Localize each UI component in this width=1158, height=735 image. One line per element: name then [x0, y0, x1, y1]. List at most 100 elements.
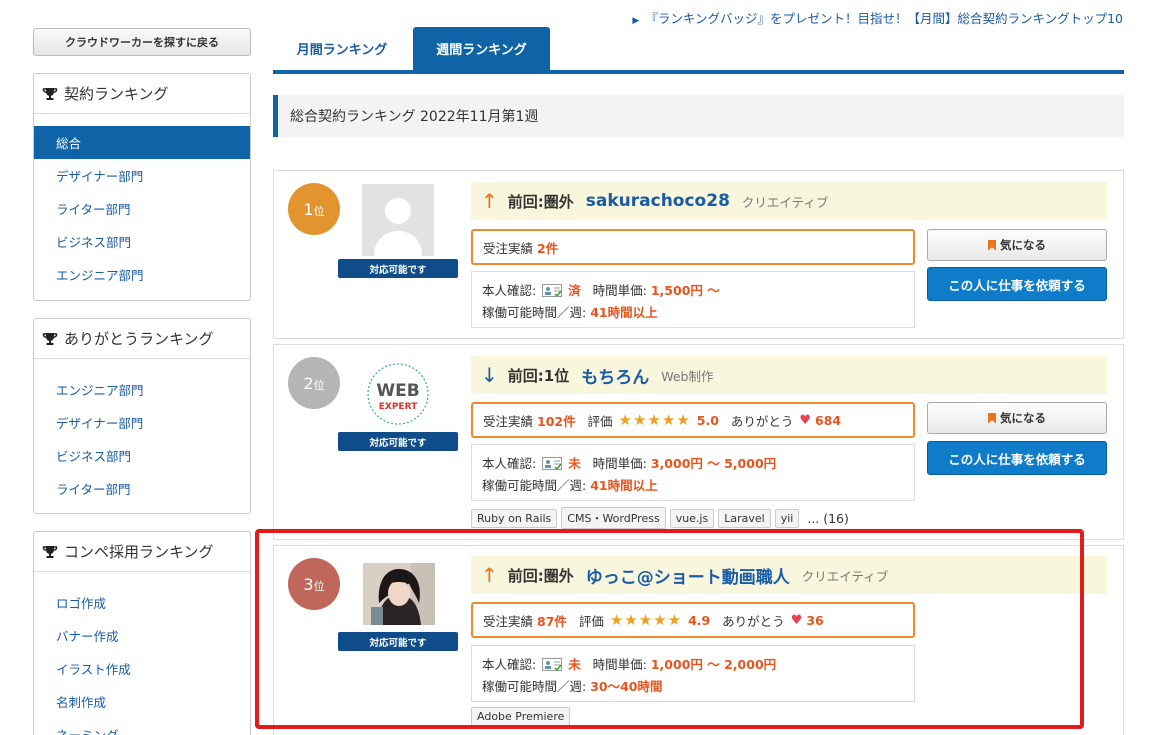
thanks-ranking-title: ありがとうランキング: [64, 330, 214, 348]
hourly-rate-value: 1,000円 ～ 2,000円: [650, 657, 777, 672]
request-work-button[interactable]: この人に仕事を依頼する: [927, 441, 1107, 475]
rating-stars: ★★★★★: [618, 411, 691, 429]
skill-tag[interactable]: Laravel: [718, 508, 771, 528]
contest-ranking-heading: コンペ採用ランキング: [34, 532, 250, 572]
default-avatar-icon: [374, 198, 422, 256]
hours-label: 稼働可能時間／週:: [482, 305, 587, 320]
ranking-badge-link[interactable]: ▶ 『ランキングバッジ』をプレゼント！目指せ！【月間】総合契約ランキングトップ10: [632, 8, 1123, 27]
sidebar-item-overall[interactable]: 総合: [34, 126, 250, 159]
web-expert-logo: WEB EXPERT: [367, 363, 429, 425]
rating-label: 評価: [587, 413, 613, 429]
previous-rank: 前回:圏外: [507, 566, 574, 585]
ranking-card: 3位 対応可能です ↑ 前回:圏外 ゆっこ@ショート動画職人 クリエイティブ 受…: [273, 545, 1124, 735]
skill-tag[interactable]: vue.js: [669, 508, 715, 528]
sidebar-item-logo[interactable]: ロゴ作成: [34, 586, 250, 619]
rating-score: 5.0: [696, 412, 719, 428]
sidebar-item-naming[interactable]: ネーミング: [34, 718, 250, 735]
skill-tag[interactable]: yii: [774, 508, 800, 528]
category: Web制作: [661, 368, 714, 384]
bookmark-icon: [988, 412, 996, 424]
trophy-icon: [42, 86, 58, 102]
trend-up-icon: ↑: [481, 563, 498, 587]
hourly-rate-value: 1,500円 ～: [650, 283, 720, 298]
sidebar-item-banner[interactable]: バナー作成: [34, 619, 250, 652]
thanks-label: ありがとう: [730, 413, 794, 429]
back-to-search-button[interactable]: クラウドワーカーを探すに戻る: [33, 28, 251, 56]
orders-value: 102件: [537, 413, 576, 429]
id-check-label: 本人確認:: [482, 657, 537, 672]
username-link[interactable]: もちろん: [581, 363, 649, 388]
contract-ranking-heading: 契約ランキング: [34, 74, 250, 114]
favorite-button[interactable]: 気になる: [927, 402, 1107, 434]
id-check-status: 未: [568, 456, 581, 471]
contest-ranking-title: コンペ採用ランキング: [64, 543, 214, 561]
availability-badge: 対応可能です: [338, 632, 458, 651]
id-card-icon: [542, 658, 563, 671]
id-check-label: 本人確認:: [482, 283, 537, 298]
username-link[interactable]: ゆっこ@ショート動画職人: [586, 563, 790, 588]
avatar[interactable]: [363, 563, 435, 625]
skill-tags: Adobe Premiere: [471, 707, 571, 726]
ranking-badge-link-text: 『ランキングバッジ』をプレゼント！目指せ！【月間】総合契約ランキングトップ10: [645, 11, 1123, 26]
sidebar-item-designer[interactable]: デザイナー部門: [34, 159, 250, 192]
more-skills[interactable]: ... (16): [807, 511, 849, 526]
id-check-status: 未: [568, 657, 581, 672]
details-box: 本人確認: 未 時間単価: 1,000円 ～ 2,000円 稼働可能時間／週: 3…: [471, 645, 915, 702]
trend-down-icon: ↓: [481, 363, 498, 387]
contest-ranking-box: コンペ採用ランキング ロゴ作成 バナー作成 イラスト作成 名刺作成 ネーミング: [33, 531, 251, 735]
ranking-card: 2位 WEB EXPERT 対応可能です ↓ 前回:1位 もちろん Web制作 …: [273, 344, 1124, 540]
hourly-rate-label: 時間単価:: [592, 657, 647, 672]
heart-icon: ♥: [799, 412, 812, 428]
thanks-ranking-box: ありがとうランキング エンジニア部門 デザイナー部門 ビジネス部門 ライター部門: [33, 318, 251, 514]
profile-photo: [363, 563, 435, 625]
hourly-rate-value: 3,000円 ～ 5,000円: [650, 456, 777, 471]
hourly-rate-label: 時間単価:: [592, 283, 647, 298]
skill-tag[interactable]: Adobe Premiere: [471, 707, 571, 726]
username-link[interactable]: sakurachoco28: [586, 191, 730, 211]
ranking-card: 1位 対応可能です ↑ 前回:圏外 sakurachoco28 クリエイティブ …: [273, 170, 1124, 339]
orders-label: 受注実績: [483, 413, 534, 429]
thanks-ranking-heading: ありがとうランキング: [34, 319, 250, 359]
triangle-right-icon: ▶: [632, 16, 640, 26]
stats-box: 受注実績 87件 評価 ★★★★★ 4.9 ありがとう ♥ 36: [471, 602, 915, 638]
hours-label: 稼働可能時間／週:: [482, 478, 587, 493]
category: クリエイティブ: [801, 568, 889, 584]
sidebar-item-writer[interactable]: ライター部門: [34, 192, 250, 225]
sidebar-item-thanks-engineer[interactable]: エンジニア部門: [34, 373, 250, 406]
tab-monthly[interactable]: 月間ランキング: [273, 27, 411, 70]
rank-badge: 3位: [288, 558, 340, 610]
rank-badge: 2位: [288, 357, 340, 409]
trophy-icon: [42, 544, 58, 560]
sidebar-item-thanks-business[interactable]: ビジネス部門: [34, 439, 250, 472]
id-card-icon: [542, 284, 563, 297]
section-title: 総合契約ランキング 2022年11月第1週: [273, 95, 1124, 137]
avatar[interactable]: [362, 184, 434, 256]
sidebar-item-business-card[interactable]: 名刺作成: [34, 685, 250, 718]
sidebar-item-illustration[interactable]: イラスト作成: [34, 652, 250, 685]
avatar[interactable]: WEB EXPERT: [362, 358, 434, 430]
details-box: 本人確認: 未 時間単価: 3,000円 ～ 5,000円 稼働可能時間／週: 4…: [471, 444, 915, 501]
id-check-status: 済: [568, 283, 581, 298]
svg-text:EXPERT: EXPERT: [379, 402, 418, 412]
name-bar: ↑ 前回:圏外 ゆっこ@ショート動画職人 クリエイティブ: [471, 556, 1107, 594]
sidebar-item-engineer[interactable]: エンジニア部門: [34, 258, 250, 291]
thanks-label: ありがとう: [722, 613, 785, 629]
id-check-label: 本人確認:: [482, 456, 537, 471]
tab-weekly[interactable]: 週間ランキング: [413, 27, 550, 70]
sidebar-item-business[interactable]: ビジネス部門: [34, 225, 250, 258]
skill-tag[interactable]: CMS・WordPress: [561, 507, 666, 529]
favorite-button[interactable]: 気になる: [927, 229, 1107, 261]
contract-ranking-box: 契約ランキング 総合 デザイナー部門 ライター部門 ビジネス部門 エンジニア部門: [33, 73, 251, 301]
bookmark-icon: [988, 239, 996, 251]
name-bar: ↓ 前回:1位 もちろん Web制作: [471, 356, 1107, 394]
stats-box: 受注実績 2件: [471, 229, 915, 265]
rank-badge: 1位: [288, 183, 340, 235]
sidebar-item-thanks-writer[interactable]: ライター部門: [34, 472, 250, 505]
request-work-button[interactable]: この人に仕事を依頼する: [927, 267, 1107, 301]
skill-tag[interactable]: Ruby on Rails: [471, 508, 558, 528]
availability-badge: 対応可能です: [338, 259, 458, 278]
orders-value: 2件: [537, 240, 559, 256]
hours-value: 41時間以上: [590, 478, 658, 493]
sidebar-item-thanks-designer[interactable]: デザイナー部門: [34, 406, 250, 439]
hours-value: 30～40時間: [590, 679, 663, 694]
